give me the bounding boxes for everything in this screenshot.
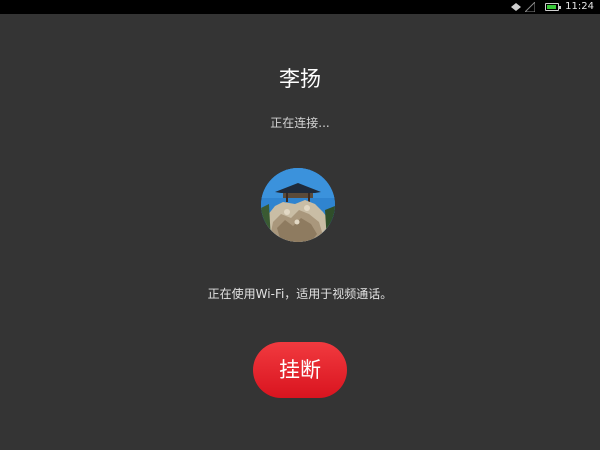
caller-name: 李扬 <box>279 67 321 91</box>
status-time: 11:24 <box>565 1 594 12</box>
battery-icon <box>545 3 561 11</box>
signal-icon <box>525 2 535 12</box>
call-screen: 11:24 李扬 正在连接... 正在使用Wi-Fi，适用于视频通话。 挂断 <box>0 0 600 450</box>
avatar-image <box>261 168 335 242</box>
network-note: 正在使用Wi-Fi，适用于视频通话。 <box>207 287 393 301</box>
wifi-icon <box>511 3 521 11</box>
status-bar: 11:24 <box>0 0 600 14</box>
call-status-text: 正在连接... <box>270 116 330 130</box>
caller-avatar <box>261 168 335 242</box>
hangup-button[interactable]: 挂断 <box>253 342 347 398</box>
battery-level-fill <box>547 5 556 9</box>
